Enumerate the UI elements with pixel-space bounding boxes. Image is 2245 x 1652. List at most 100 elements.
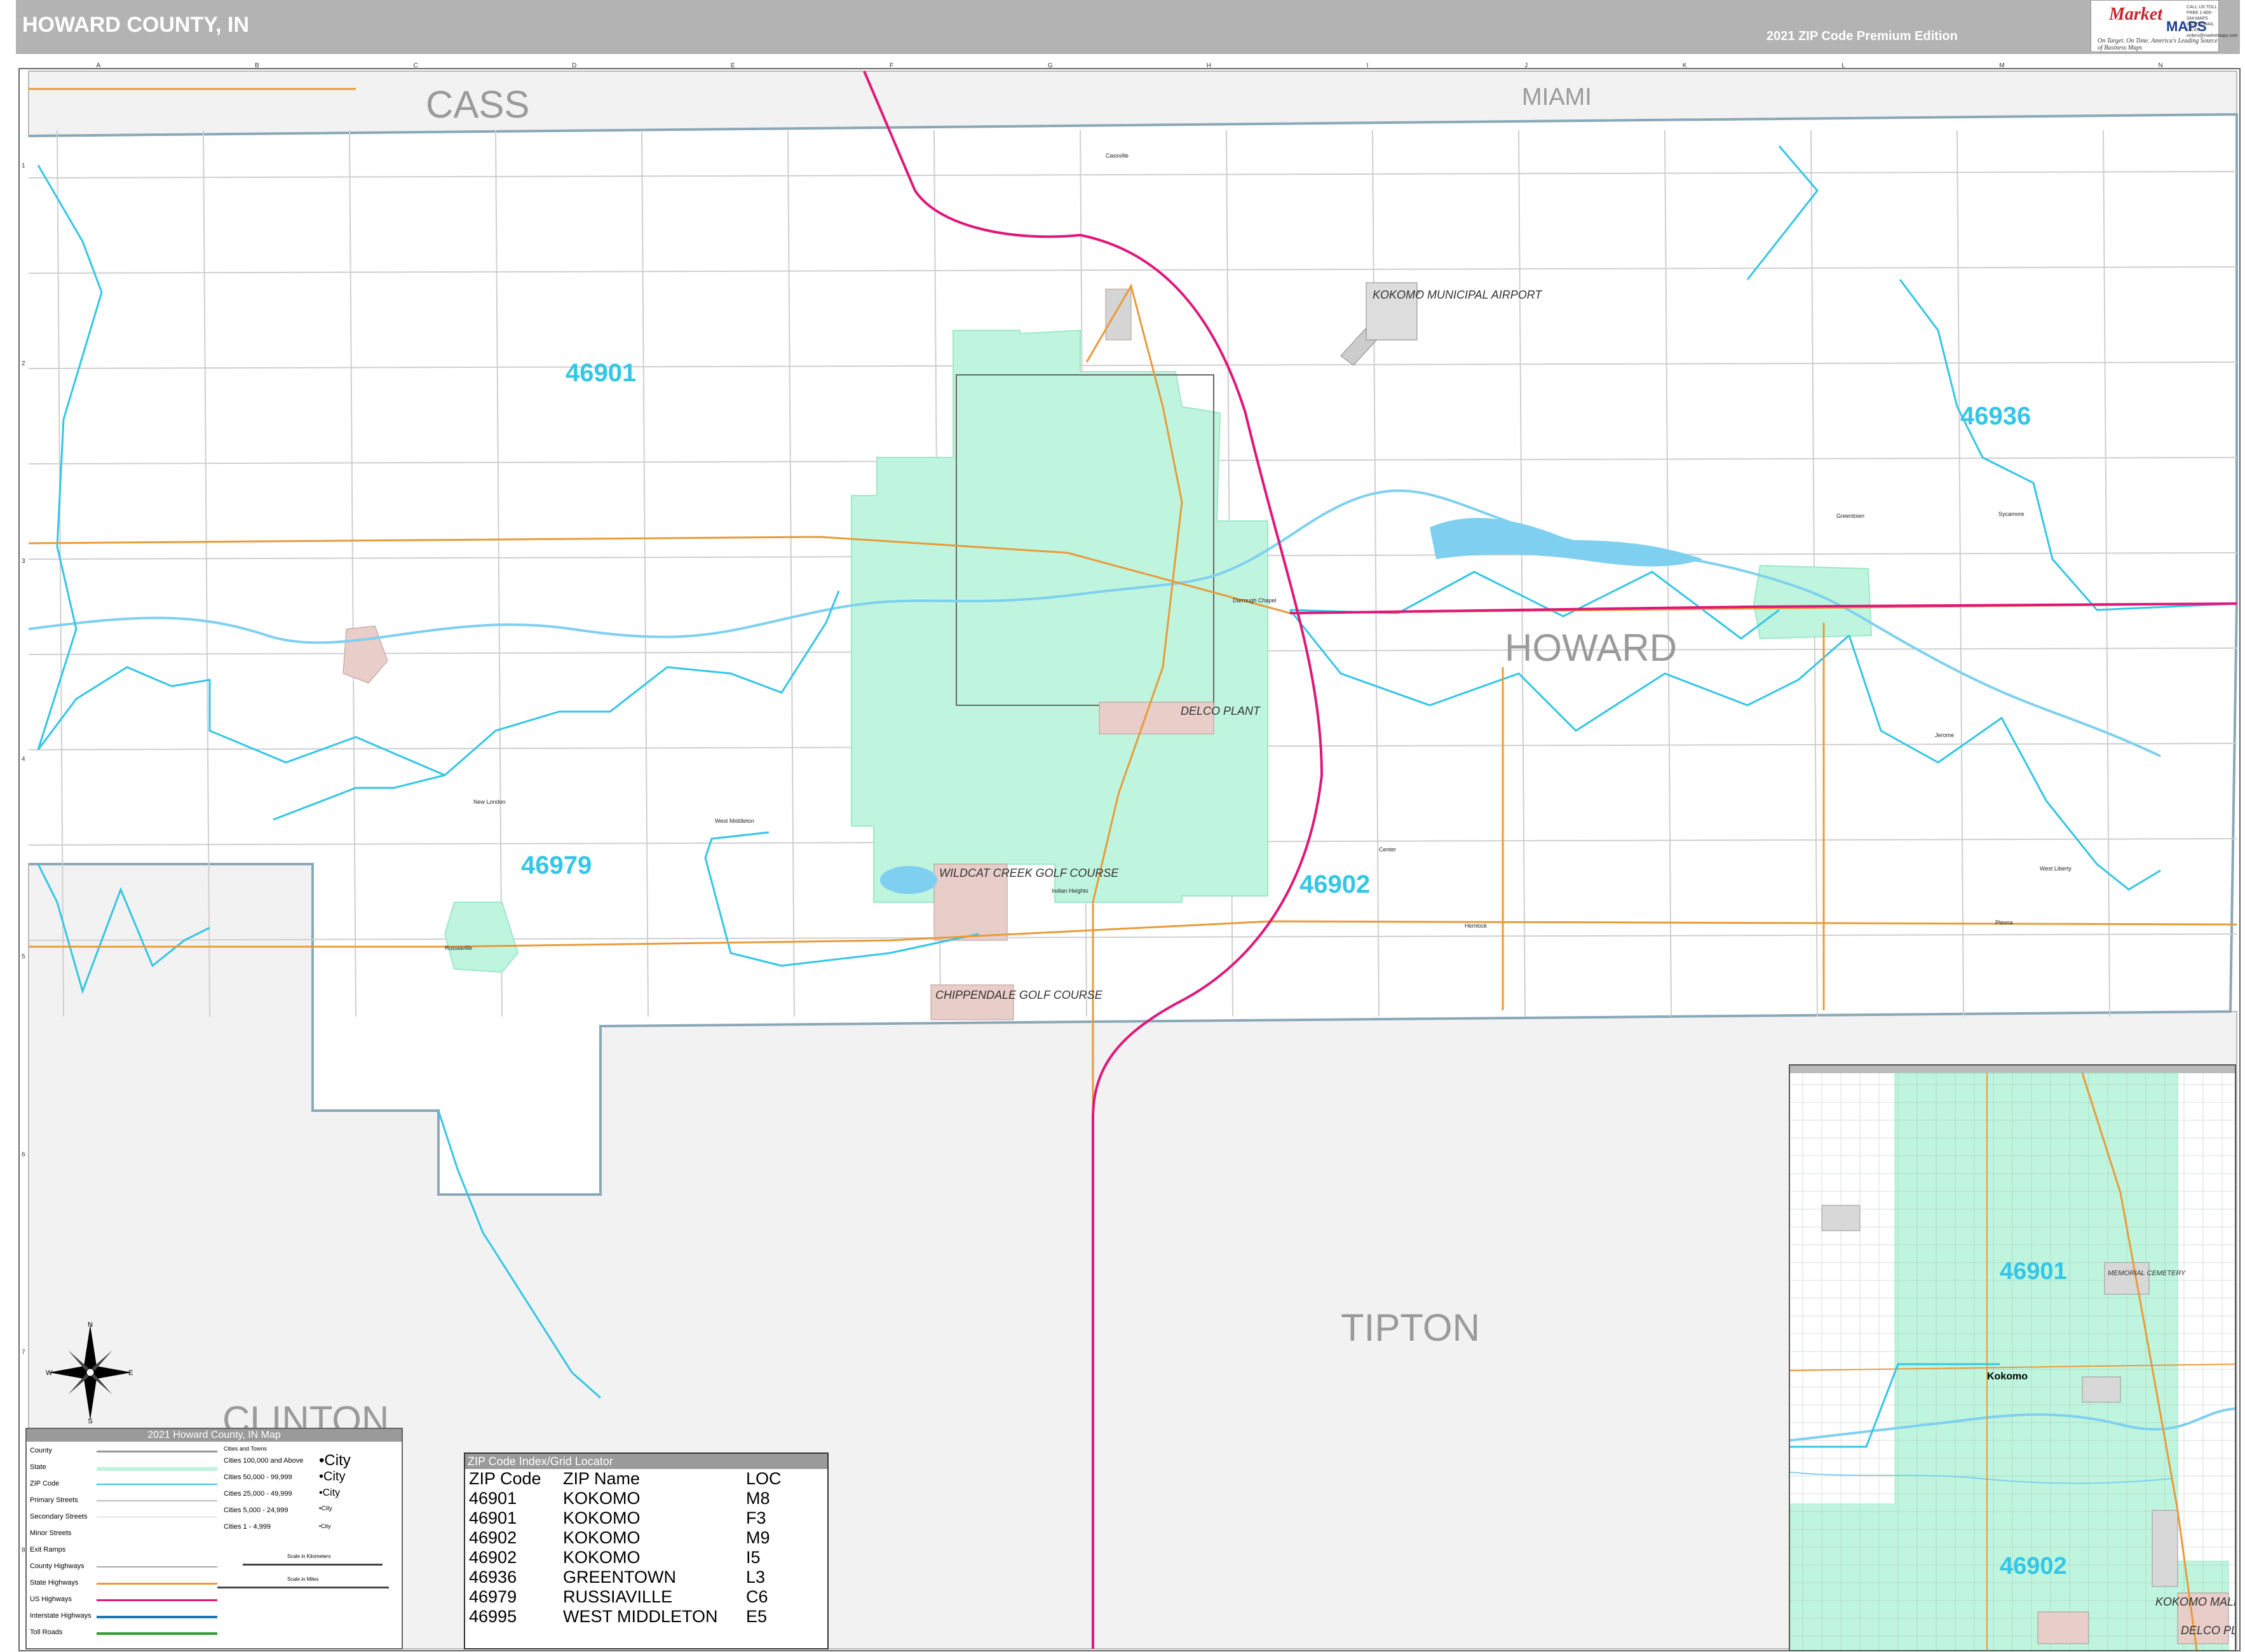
legend-city-sample-3: •City [319,1487,341,1498]
zip-loc-cell: I5 [746,1548,761,1567]
legend-interstate-line [97,1616,217,1618]
zip-label-46936: 46936 [1960,402,2031,430]
legend-scale-km: Scale in Kilometers [287,1554,331,1559]
grid-row-label: 2 [22,360,25,367]
place-center: Center [1379,846,1396,853]
zip-cell: 46901 [469,1508,517,1527]
legend-scale-mi: Scale in Miles [287,1576,319,1582]
legend-minor: Minor Streets [30,1529,72,1537]
zip-index-title: ZIP Code Index/Grid Locator [465,1454,827,1469]
place-new-london: New London [473,799,506,805]
grid-column-label: M [1999,62,2004,69]
legend-zip: ZIP Code [30,1480,60,1487]
zip-index-grid: ZIP Code ZIP Name LOC 46901 KOKOMO M8 4690… [466,1469,784,1627]
airport-label: KOKOMO MUNICIPAL AIRPORT [1373,288,1543,301]
table-row: 46901 KOKOMO F3 [466,1508,784,1528]
zip-label-46979: 46979 [521,851,592,879]
zip-name-cell: KOKOMO [563,1548,641,1567]
zip-name-cell: RUSSIAVILLE [563,1587,673,1606]
legend-state-line [97,1467,217,1471]
gray-area-north [1105,288,1132,341]
grid-row-label: 6 [22,1151,25,1158]
grid-column-label: L [1841,62,1845,69]
zip-name-cell: WEST MIDDLETON [563,1607,718,1626]
county-label-howard: HOWARD [1505,626,1677,669]
compass-rose: N S W E [46,1322,133,1423]
place-cassville: Cassville [1106,152,1129,159]
zip-index-header-name: ZIP Name [563,1469,641,1488]
legend-toll: Toll Roads [30,1628,63,1636]
table-row: 46936 GREENTOWN L3 [466,1567,784,1587]
legend-state: State [30,1463,46,1471]
county-label-cass: CASS [426,83,529,126]
place-west-liberty: West Liberty [2040,865,2072,872]
legend-county: County [30,1447,52,1454]
zip-loc-cell: F3 [746,1508,766,1527]
table-row: 46979 RUSSIAVILLE C6 [466,1587,784,1607]
grid-row-label: 4 [22,755,25,762]
grid-row-label: 7 [22,1349,25,1356]
legend-city-class-1: Cities 100,000 and Above [224,1457,304,1465]
legend-secondary: Secondary Streets [30,1513,88,1520]
grid-column-label: I [1367,62,1369,69]
grid-column-label: G [1048,62,1053,69]
legend-title: 2021 Howard County, IN Map [27,1429,402,1442]
zip-cell: 46902 [469,1528,517,1547]
zip-index-header-loc: LOC [746,1469,782,1488]
county-label-tipton: TIPTON [1341,1306,1480,1349]
legend-state-hwy-line [97,1583,217,1585]
legend-city-class-3: Cities 25,000 - 49,999 [224,1490,292,1498]
legend-scale-km-bar [243,1564,383,1566]
zip-cell: 46902 [469,1548,517,1567]
legend-scale-mi-bar [217,1587,389,1588]
grid-column-label: E [731,62,735,69]
grid-row-label: 5 [22,954,25,961]
inset-zip-46901: 46901 [2000,1258,2067,1285]
legend-state-hwy: State Highways [30,1579,79,1587]
place-sycamore: Sycamore [1998,511,2025,517]
inset-city-label: Kokomo [1987,1371,2028,1382]
legend-primary: Primary Streets [30,1496,78,1504]
zip-loc-cell: C6 [746,1587,768,1606]
place-darrough-chapel: Darrough Chapel [1233,597,1277,604]
legend-city-class-2: Cities 50,000 - 99,999 [224,1473,292,1481]
table-row: 46995 WEST MIDDLETON E5 [466,1607,784,1627]
zip-label-46901: 46901 [566,359,636,387]
wildcat-label: WILDCAT CREEK GOLF COURSE [939,867,1119,879]
legend-city-sample-2: •City [319,1470,346,1484]
grid-column-label: D [572,62,576,69]
zip-loc-cell: E5 [746,1607,768,1626]
zip-index-header-zip: ZIP Code [469,1469,541,1488]
table-row: 46902 KOKOMO M9 [466,1528,784,1548]
place-hemlock: Hemlock [1465,923,1488,929]
zip-name-cell: GREENTOWN [563,1567,677,1587]
table-row: 46901 KOKOMO M8 [466,1489,784,1508]
grid-column-label: N [2159,62,2163,69]
legend-city-sample-4: •City [319,1505,332,1512]
legend-county-hwy-line [97,1566,217,1567]
legend-city-class-4: Cities 5,000 - 24,999 [224,1506,288,1514]
compass-s: S [88,1418,92,1423]
zip-name-cell: KOKOMO [563,1528,641,1547]
county-label-miami: MIAMI [1522,84,1592,111]
place-plevna: Plevna [1995,919,2013,926]
grid-column-label: B [255,62,259,69]
zip-cell: 46901 [469,1489,517,1508]
legend-us-hwy-line [97,1599,217,1601]
legend-county-hwy: County Highways [30,1562,85,1570]
place-russiaville: Russiaville [445,945,472,951]
grid-column-label: C [413,62,417,69]
inset-delco-label: DELCO PLANT [2181,1624,2235,1637]
inset-cemetery-label: MEMORIAL CEMETERY [2108,1269,2186,1277]
zip-cell: 46995 [469,1607,517,1626]
table-row: 46902 KOKOMO I5 [466,1548,784,1567]
zip-loc-cell: L3 [746,1567,766,1587]
place-indian-heights: Indian Heights [1052,888,1089,894]
inset-mall-label: KOKOMO MALL [2155,1595,2235,1608]
legend-exit: Exit Ramps [30,1546,66,1554]
legend-interstate: Interstate Highways [30,1612,92,1620]
delco-label: DELCO PLANT [1181,705,1261,717]
inset-svg: 46901 46902 Kokomo KOKOMO MALL DELCO PLA… [1790,1066,2235,1650]
grid-column-label: A [96,62,100,69]
kokomo-inset-map[interactable]: 46901 46902 Kokomo KOKOMO MALL DELCO PLA… [1789,1064,2236,1651]
